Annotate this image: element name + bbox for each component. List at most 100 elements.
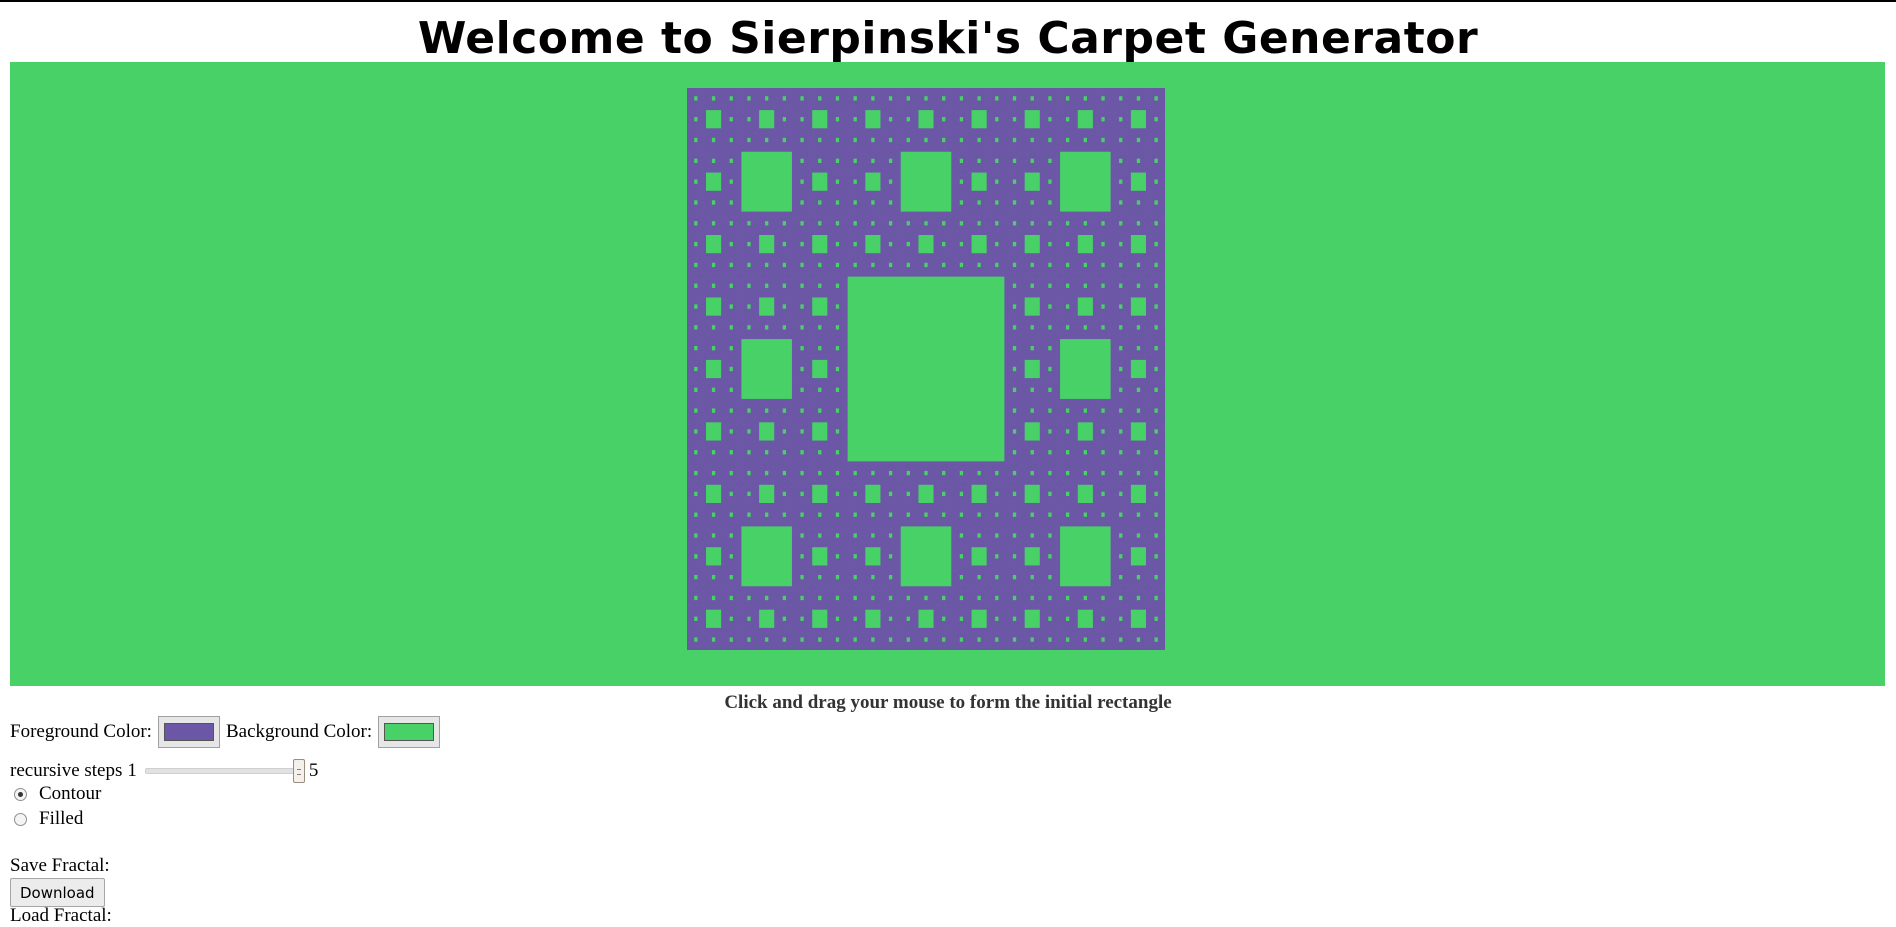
carpet-hole xyxy=(694,367,697,371)
carpet-hole xyxy=(800,408,803,412)
carpet-hole xyxy=(836,263,839,267)
carpet-hole xyxy=(706,485,721,503)
carpet-hole xyxy=(889,533,892,537)
carpet-hole xyxy=(1101,471,1104,475)
carpet-hole xyxy=(1013,388,1016,392)
recursive-steps-control: recursive steps 1 5 xyxy=(10,759,318,783)
carpet-hole xyxy=(1119,221,1122,225)
carpet-hole xyxy=(1078,610,1093,628)
carpet-hole xyxy=(1066,408,1069,412)
carpet-hole xyxy=(889,492,892,496)
carpet-hole xyxy=(1154,96,1157,100)
carpet-hole xyxy=(747,513,750,517)
carpet-hole xyxy=(706,422,721,440)
carpet-hole xyxy=(694,263,697,267)
fractal-canvas[interactable] xyxy=(10,62,1885,686)
carpet-hole xyxy=(865,110,880,128)
carpet-hole xyxy=(836,617,839,621)
carpet-hole xyxy=(1084,263,1087,267)
carpet-hole xyxy=(1137,96,1140,100)
carpet-hole xyxy=(783,304,786,308)
carpet-hole xyxy=(836,450,839,454)
carpet-hole xyxy=(1154,408,1157,412)
carpet-hole xyxy=(747,242,750,246)
foreground-color-picker[interactable] xyxy=(158,716,220,748)
carpet-hole xyxy=(854,117,857,121)
carpet-hole xyxy=(1013,96,1016,100)
carpet-hole xyxy=(907,596,910,600)
carpet-hole xyxy=(871,221,874,225)
carpet-hole xyxy=(1131,422,1146,440)
carpet-hole xyxy=(1137,159,1140,163)
carpet-hole xyxy=(1048,96,1051,100)
carpet-hole xyxy=(1154,367,1157,371)
carpet-hole xyxy=(836,284,839,288)
carpet-hole xyxy=(783,408,786,412)
recursive-steps-slider[interactable] xyxy=(145,759,305,783)
carpet-hole xyxy=(818,637,821,641)
carpet-hole xyxy=(960,575,963,579)
carpet-hole xyxy=(800,554,803,558)
carpet-hole xyxy=(818,575,821,579)
carpet-hole xyxy=(1119,637,1122,641)
carpet-hole xyxy=(812,297,827,315)
carpet-hole xyxy=(942,221,945,225)
filled-label: Filled xyxy=(39,808,83,830)
carpet-hole xyxy=(1048,117,1051,121)
carpet-hole xyxy=(818,284,821,288)
mode-option-filled[interactable]: Filled xyxy=(14,808,83,830)
carpet-hole xyxy=(1013,554,1016,558)
carpet-hole xyxy=(960,637,963,641)
carpet-hole xyxy=(730,117,733,121)
carpet-hole xyxy=(694,408,697,412)
carpet-hole xyxy=(1084,408,1087,412)
carpet-hole xyxy=(972,610,987,628)
carpet-hole xyxy=(747,325,750,329)
carpet-hole xyxy=(783,429,786,433)
carpet-hole xyxy=(730,554,733,558)
background-color-picker[interactable] xyxy=(378,716,440,748)
mode-option-contour[interactable]: Contour xyxy=(14,783,101,805)
carpet-hole xyxy=(995,242,998,246)
carpet-hole xyxy=(836,138,839,142)
carpet-hole xyxy=(800,450,803,454)
carpet-hole xyxy=(1119,242,1122,246)
carpet-hole xyxy=(972,547,987,565)
slider-thumb[interactable] xyxy=(293,759,305,783)
carpet-hole xyxy=(1119,346,1122,350)
carpet-hole xyxy=(871,533,874,537)
download-button[interactable]: Download xyxy=(10,878,105,907)
carpet-hole xyxy=(800,263,803,267)
carpet-hole xyxy=(977,159,980,163)
carpet-hole xyxy=(1066,263,1069,267)
carpet-hole xyxy=(800,200,803,204)
carpet-hole xyxy=(942,637,945,641)
carpet-hole xyxy=(1137,637,1140,641)
carpet-hole xyxy=(854,617,857,621)
carpet-hole xyxy=(854,179,857,183)
carpet-hole xyxy=(995,596,998,600)
carpet-hole xyxy=(1137,325,1140,329)
carpet-hole xyxy=(1101,408,1104,412)
carpet-hole xyxy=(694,117,697,121)
carpet-hole xyxy=(800,325,803,329)
carpet-hole xyxy=(730,200,733,204)
carpet-hole xyxy=(1084,471,1087,475)
carpet-hole xyxy=(1119,367,1122,371)
carpet-hole xyxy=(1137,346,1140,350)
carpet-hole xyxy=(1154,159,1157,163)
carpet-hole xyxy=(730,533,733,537)
slider-max-label: 5 xyxy=(309,760,319,782)
carpet-hole xyxy=(960,471,963,475)
carpet-hole xyxy=(836,159,839,163)
carpet-hole xyxy=(942,471,945,475)
contour-radio[interactable] xyxy=(14,788,27,801)
carpet-hole xyxy=(706,547,721,565)
carpet-hole xyxy=(812,235,827,253)
color-controls: Foreground Color: Background Color: xyxy=(10,716,446,748)
carpet-hole xyxy=(889,263,892,267)
filled-radio[interactable] xyxy=(14,813,27,826)
carpet-hole xyxy=(783,513,786,517)
carpet-hole xyxy=(1137,533,1140,537)
carpet-hole xyxy=(800,533,803,537)
